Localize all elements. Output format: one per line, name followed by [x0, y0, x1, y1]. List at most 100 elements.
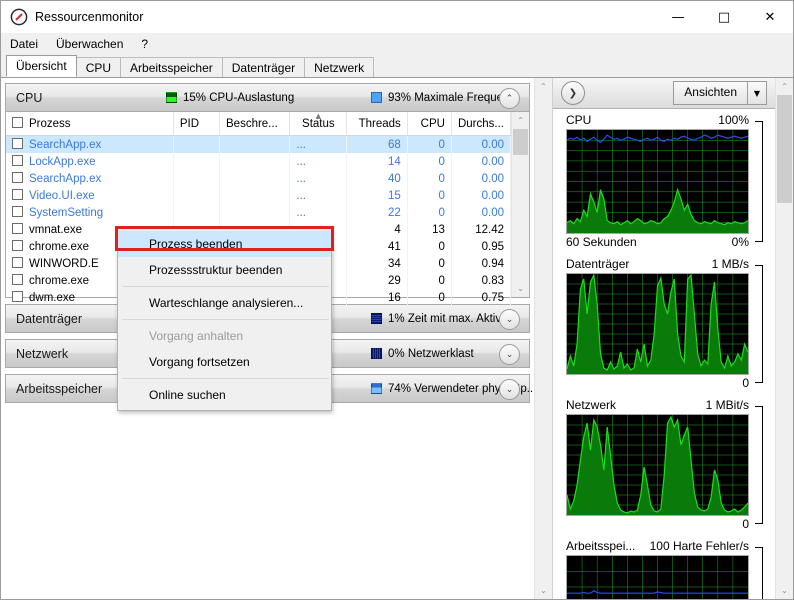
context-menu-item[interactable]: Vorgang fortsetzen	[118, 349, 331, 375]
graph-pane-scroll-up-button[interactable]: ⌃	[776, 78, 793, 95]
graph-labels: Netzwerk 1 MBit/s	[566, 396, 749, 414]
section-netzwerk-expand-button[interactable]: ⌄	[499, 344, 520, 365]
close-button[interactable]: ✕	[747, 1, 793, 33]
chevron-up-icon: ⌃	[517, 116, 524, 125]
row-checkbox[interactable]	[12, 189, 23, 200]
context-menu-item[interactable]: Online suchen	[118, 382, 331, 408]
cell-threads: 34	[346, 255, 408, 272]
col-header-threads[interactable]: Threads	[346, 112, 408, 136]
process-list-scroll-down-button[interactable]: ⌄	[512, 280, 529, 297]
cell-cpu: 0	[407, 255, 452, 272]
row-checkbox[interactable]	[12, 291, 23, 302]
graph-canvas	[566, 414, 749, 516]
chevron-up-icon: ⌃	[505, 93, 514, 104]
graph-pane-scroll-thumb[interactable]	[777, 95, 792, 203]
cell-pid	[173, 153, 221, 170]
col-header-pid[interactable]: PID	[173, 112, 221, 136]
left-pane-scroll-down-button[interactable]: ⌄	[535, 582, 552, 599]
graph-min-label: 0	[742, 517, 749, 531]
chevron-down-icon: ⌄	[540, 586, 547, 595]
section-arbeitsspeicher-expand-button[interactable]: ⌄	[499, 379, 520, 400]
window-title: Ressourcenmonitor	[35, 10, 144, 24]
graph-footer: 60 Sekunden 0%	[566, 234, 749, 253]
tab-datentraeger[interactable]: Datenträger	[221, 57, 306, 77]
col-header-beschreibung[interactable]: Beschre...	[219, 112, 291, 136]
left-pane-scroll-track[interactable]	[535, 95, 552, 582]
row-checkbox[interactable]	[12, 274, 23, 285]
cell-cpu: 0	[407, 153, 452, 170]
table-row[interactable]: LockApp.exe... 14 0 0.00	[6, 153, 512, 170]
context-menu-item[interactable]: Prozess beenden	[118, 231, 331, 257]
section-cpu-stat-frequency: 93% Maximale Frequenz	[371, 92, 515, 104]
menu-ueberwachen[interactable]: Überwachen	[55, 35, 132, 54]
views-button[interactable]: Ansichten ▼	[673, 81, 767, 105]
col-header-prozess[interactable]: Prozess	[6, 112, 174, 136]
select-all-checkbox[interactable]	[12, 117, 23, 128]
section-cpu-collapse-button[interactable]: ⌃	[499, 88, 520, 109]
section-cpu-stat1-label: 15% CPU-Auslastung	[183, 91, 295, 104]
cell-threads: 29	[346, 272, 408, 289]
left-pane: CPU 15% CPU-Auslastung 93% Maximale Freq…	[1, 78, 553, 599]
cell-cpu: 0	[407, 238, 452, 255]
left-pane-scroll-up-button[interactable]: ⌃	[535, 78, 552, 95]
row-checkbox[interactable]	[12, 155, 23, 166]
expand-graph-pane-button[interactable]: ❯	[561, 81, 585, 105]
graph-pane-scroll-track[interactable]	[776, 95, 793, 582]
cell-status: ...	[289, 187, 348, 204]
cell-pid	[173, 135, 221, 153]
graph-footer: 0	[566, 516, 749, 535]
tab-arbeitsspeicher[interactable]: Arbeitsspeicher	[120, 57, 223, 77]
left-pane-scrollbar[interactable]: ⌃ ⌄	[534, 78, 552, 599]
cell-prozess: SystemSetting	[6, 204, 174, 221]
table-row[interactable]: Video.UI.exe... 15 0 0.00	[6, 187, 512, 204]
views-dropdown-arrow[interactable]: ▼	[747, 82, 766, 104]
cell-status: ...	[289, 204, 348, 221]
section-datentraeger-stat2-label: 1% Zeit mit max. Aktivität	[388, 312, 517, 325]
dark-blue-swatch-icon	[371, 348, 382, 359]
section-cpu-header[interactable]: CPU 15% CPU-Auslastung 93% Maximale Freq…	[6, 84, 529, 112]
row-checkbox[interactable]	[12, 138, 23, 149]
section-cpu-title: CPU	[16, 90, 43, 105]
tab-cpu[interactable]: CPU	[75, 57, 122, 77]
cell-prozess: SearchApp.ex	[6, 170, 174, 187]
graph-pane-scroll-down-button[interactable]: ⌄	[776, 582, 793, 599]
graphs-container: CPU 100% 60 Sekunden 0% Datenträger 1 MB/s 0 Ne…	[553, 109, 775, 599]
window-controls: — □ ✕	[655, 1, 793, 33]
section-cpu-stat-usage: 15% CPU-Auslastung	[166, 92, 371, 104]
table-row[interactable]: SearchApp.ex... 68 0 0.00	[6, 135, 512, 153]
graph-footer: 0	[566, 375, 749, 394]
row-checkbox[interactable]	[12, 257, 23, 268]
context-menu-item[interactable]: Warteschlange analysieren...	[118, 290, 331, 316]
row-checkbox[interactable]	[12, 206, 23, 217]
tab-uebersicht[interactable]: Übersicht	[6, 55, 77, 77]
cell-status: ...	[289, 135, 348, 153]
context-menu-item[interactable]: Prozessstruktur beenden	[118, 257, 331, 283]
table-row[interactable]: SystemSetting... 22 0 0.00	[6, 204, 512, 221]
section-datentraeger-expand-button[interactable]: ⌄	[499, 309, 520, 330]
resource-monitor-icon	[10, 8, 28, 26]
maximize-button[interactable]: □	[701, 1, 747, 33]
row-checkbox[interactable]	[12, 223, 23, 234]
graph-title: CPU	[566, 113, 592, 127]
tab-netzwerk[interactable]: Netzwerk	[304, 57, 375, 77]
menu-datei[interactable]: Datei	[9, 35, 47, 54]
col-header-durchschnitt[interactable]: Durchs...	[451, 112, 512, 136]
col-header-status[interactable]: ▲ Status	[289, 112, 348, 136]
col-header-cpu[interactable]: CPU	[407, 112, 452, 136]
cell-prozess: LockApp.exe	[6, 153, 174, 170]
process-list-scroll-thumb[interactable]	[513, 129, 528, 155]
table-row[interactable]: SearchApp.ex... 40 0 0.00	[6, 170, 512, 187]
process-list-scroll-up-button[interactable]: ⌃	[512, 112, 529, 129]
process-context-menu[interactable]: Prozess beenden Prozessstruktur beenden Wa…	[117, 228, 332, 411]
process-list-scrollbar[interactable]: ⌃ ⌄	[511, 112, 529, 297]
minimize-button[interactable]: —	[655, 1, 701, 33]
menu-help[interactable]: ?	[140, 35, 157, 54]
row-checkbox[interactable]	[12, 240, 23, 251]
section-cpu-stat2-label: 93% Maximale Frequenz	[388, 91, 516, 104]
cell-status: ...	[289, 170, 348, 187]
graph-pane-scrollbar[interactable]: ⌃ ⌄	[775, 78, 793, 599]
process-list-scroll-track[interactable]	[512, 129, 529, 280]
cell-durchschnitt: 0.94	[451, 255, 512, 272]
row-checkbox[interactable]	[12, 172, 23, 183]
cell-durchschnitt: 0.00	[451, 187, 512, 204]
